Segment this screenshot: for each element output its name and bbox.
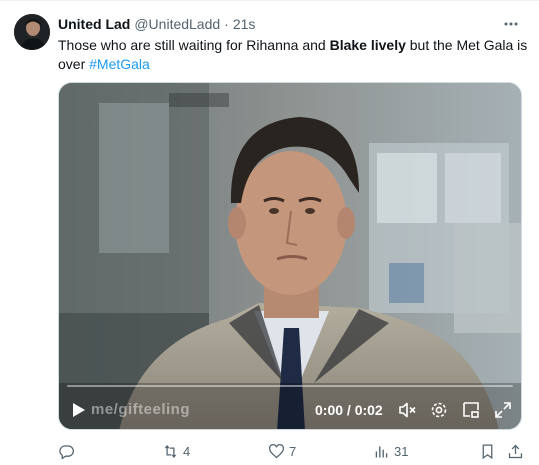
video-controls: me/gifteeling 0:00 / 0:02	[59, 383, 521, 429]
like-button[interactable]: 7	[268, 441, 296, 461]
fullscreen-icon[interactable]	[493, 400, 513, 420]
heart-icon	[268, 443, 285, 458]
play-icon[interactable]	[69, 401, 87, 419]
video-player[interactable]: me/gifteeling 0:00 / 0:02	[58, 82, 522, 430]
settings-gear-icon[interactable]	[429, 400, 449, 420]
repost-count: 4	[183, 443, 191, 459]
repost-button[interactable]: 4	[162, 441, 190, 461]
bookmark-icon	[482, 443, 493, 459]
author-handle[interactable]: @UnitedLadd	[134, 16, 220, 32]
video-frame	[59, 83, 521, 429]
author-name[interactable]: United Lad	[58, 16, 130, 32]
repost-icon	[164, 444, 177, 458]
tweet-header: United Lad @UnitedLadd · 21s	[58, 14, 525, 34]
share-upload-icon	[508, 444, 523, 458]
tweet-text: Those who are still waiting for Rihanna …	[58, 36, 528, 74]
picture-in-picture-icon[interactable]	[461, 400, 481, 420]
tweet-text-bold: Blake lively	[329, 37, 406, 53]
tweet-actions-bar: 4 7 31	[58, 441, 525, 461]
volume-muted-icon[interactable]	[397, 400, 417, 420]
views-bar-chart-icon	[375, 445, 388, 457]
avatar-image	[14, 14, 50, 50]
video-watermark: me/gifteeling	[91, 401, 191, 418]
progress-bar[interactable]	[67, 385, 513, 387]
bookmark-button[interactable]	[479, 441, 496, 461]
tweet-card[interactable]: United Lad @UnitedLadd · 21s Those who a…	[0, 0, 539, 465]
avatar[interactable]	[14, 14, 50, 50]
reply-bubble-icon	[59, 444, 74, 459]
video-time: 0:00 / 0:02	[315, 402, 383, 418]
tweet-text-part: Those who are still waiting for Rihanna …	[58, 37, 330, 53]
views-count: 31	[394, 443, 409, 459]
like-count: 7	[289, 443, 297, 459]
separator-dot: ·	[224, 16, 229, 32]
share-button[interactable]	[507, 441, 524, 461]
more-dots-icon[interactable]	[501, 14, 521, 34]
views-button[interactable]: 31	[373, 441, 408, 461]
reply-button[interactable]	[58, 441, 79, 461]
hashtag-link[interactable]: #MetGala	[89, 56, 150, 72]
tweet-timestamp[interactable]: 21s	[233, 16, 256, 32]
